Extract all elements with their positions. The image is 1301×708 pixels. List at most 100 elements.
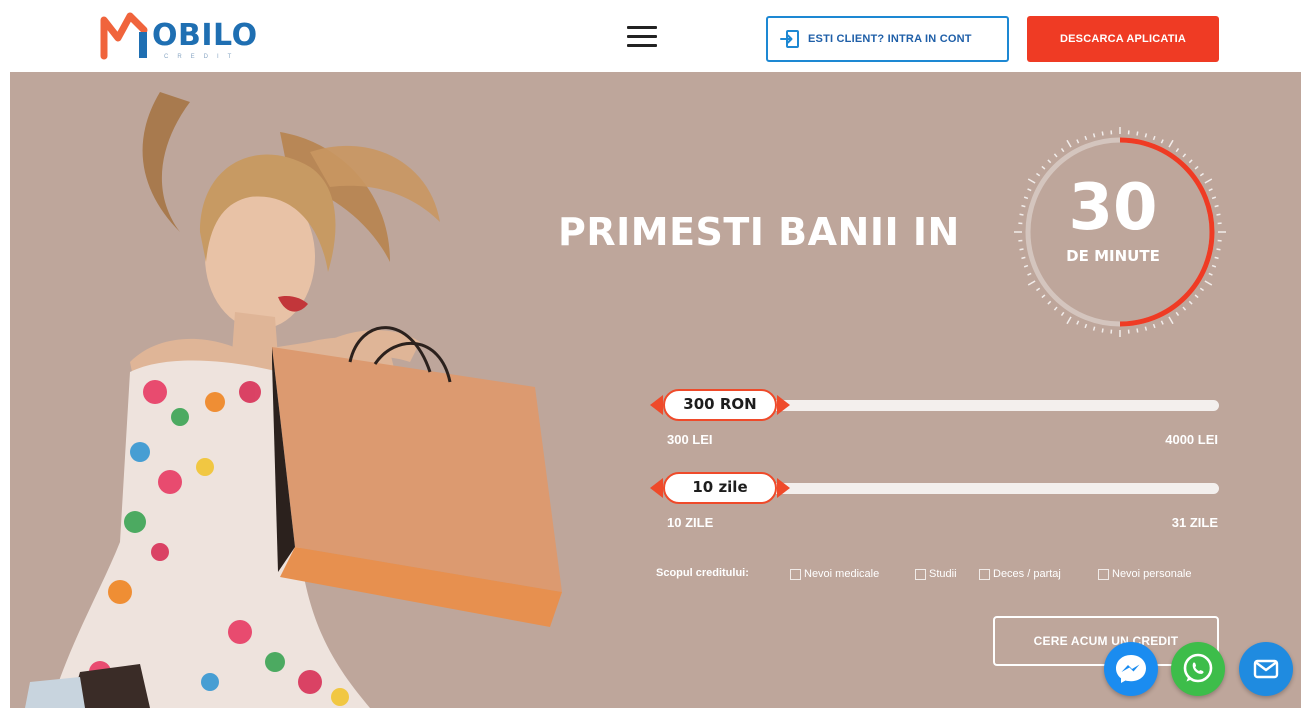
- timer-tick: [1076, 139, 1080, 144]
- days-slider-handle[interactable]: 10 zile: [650, 471, 790, 505]
- purpose-checkbox-death-partition[interactable]: Deces / partaj: [979, 564, 1061, 584]
- timer-tick: [1041, 294, 1046, 299]
- timer-tick: [1084, 323, 1088, 329]
- purpose-checkbox-studies[interactable]: Studii: [915, 564, 957, 584]
- logo-wordmark: OBILO: [152, 18, 258, 53]
- timer-tick: [1041, 165, 1046, 170]
- hamburger-menu-icon[interactable]: [627, 26, 657, 48]
- amount-max-label: 4000 LEI: [1165, 432, 1218, 447]
- timer-tick: [1036, 287, 1041, 292]
- timer-tick: [1021, 204, 1026, 208]
- timer-tick: [1204, 178, 1213, 184]
- timer-tick: [1036, 172, 1041, 177]
- timer-tick: [1053, 306, 1058, 311]
- login-icon: [780, 30, 799, 48]
- hero-section: PRIMESTI BANII IN 30 DE MINUTE 300 RON 3…: [10, 72, 1301, 708]
- amount-min-label: 300 LEI: [667, 432, 713, 447]
- timer-tick: [1175, 148, 1180, 153]
- timer-tick: [1211, 196, 1217, 200]
- chevron-right-icon: [777, 395, 790, 415]
- download-app-button[interactable]: DESCARCA APLICATIA: [1027, 16, 1219, 62]
- chevron-right-icon: [777, 478, 790, 498]
- logo-m-mark: [100, 12, 148, 60]
- timer-tick: [1092, 326, 1096, 331]
- timer-tick: [1182, 306, 1187, 311]
- site-header: OBILO CREDIT ESTI CLIENT? INTRA IN CONT …: [0, 0, 1301, 72]
- timer-tick: [1066, 316, 1072, 325]
- hero-woman-with-shopping-bag-image: [25, 92, 562, 708]
- timer-tick: [1136, 131, 1139, 136]
- chevron-left-icon: [650, 478, 663, 498]
- timer-tick: [1027, 188, 1032, 192]
- timer-tick: [1066, 139, 1072, 148]
- messenger-chat-button[interactable]: [1104, 642, 1158, 696]
- logo-subtext: CREDIT: [164, 54, 241, 60]
- timer-tick: [1076, 320, 1080, 325]
- timer-tick: [1175, 311, 1180, 316]
- timer-tick: [1019, 213, 1024, 216]
- credit-purpose-label: Scopul creditului:: [656, 567, 749, 579]
- timer-tick: [1160, 320, 1164, 325]
- checkbox[interactable]: [979, 568, 990, 580]
- whatsapp-icon: [1183, 653, 1213, 683]
- timer-tick: [1084, 135, 1088, 141]
- timer-tick: [1211, 264, 1217, 268]
- days-value: 10 zile: [692, 478, 748, 496]
- timer-tick: [1047, 159, 1052, 164]
- client-login-label: ESTI CLIENT? INTRA IN CONT: [808, 33, 972, 45]
- timer-tick: [1027, 280, 1036, 286]
- email-contact-button[interactable]: [1239, 642, 1293, 696]
- timer-tick: [1136, 328, 1139, 333]
- purpose-checkbox-personal[interactable]: Nevoi personale: [1098, 564, 1192, 584]
- timer-tick: [1214, 204, 1219, 208]
- timer-tick: [1208, 272, 1213, 276]
- timer-tick: [1027, 272, 1032, 276]
- timer-tick: [1023, 264, 1029, 268]
- timer-label: DE MINUTE: [1066, 247, 1160, 265]
- email-icon: [1253, 659, 1279, 679]
- timer-tick: [1199, 172, 1204, 177]
- client-login-button[interactable]: ESTI CLIENT? INTRA IN CONT: [766, 16, 1009, 62]
- timer-tick: [1208, 188, 1213, 192]
- amount-value: 300 RON: [683, 395, 757, 413]
- amount-slider-handle[interactable]: 300 RON: [650, 388, 790, 422]
- timer-number: 30: [1068, 171, 1158, 245]
- checkbox[interactable]: [1098, 568, 1109, 580]
- page: OBILO CREDIT ESTI CLIENT? INTRA IN CONT …: [0, 0, 1301, 708]
- timer-tick: [1194, 165, 1199, 170]
- timer-tick: [1023, 196, 1029, 200]
- timer-tick: [1053, 153, 1058, 158]
- days-min-label: 10 ZILE: [667, 515, 714, 530]
- timer-tick: [1060, 311, 1065, 316]
- timer-tick: [1152, 323, 1156, 329]
- mobilo-logo[interactable]: OBILO CREDIT: [100, 8, 270, 64]
- whatsapp-chat-button[interactable]: [1171, 642, 1225, 696]
- timer-tick: [1144, 326, 1148, 331]
- timer-tick: [1160, 139, 1164, 144]
- timer-tick: [1214, 256, 1219, 260]
- timer-tick: [1188, 300, 1193, 305]
- timer-tick: [1144, 133, 1148, 138]
- timer-tick: [1168, 139, 1174, 148]
- timer-tick: [1204, 280, 1213, 286]
- timer-tick: [1060, 148, 1065, 153]
- checkbox[interactable]: [915, 568, 926, 580]
- timer-tick: [1199, 287, 1204, 292]
- days-max-label: 31 ZILE: [1171, 515, 1218, 530]
- timer-tick: [1168, 316, 1174, 325]
- timer-tick: [1188, 159, 1193, 164]
- checkbox[interactable]: [790, 568, 801, 580]
- timer-tick: [1194, 294, 1199, 299]
- timer-tick: [1021, 256, 1026, 260]
- timer-tick: [1092, 133, 1096, 138]
- timer-tick: [1027, 178, 1036, 184]
- credit-purpose-group: Scopul creditului: Nevoi medicale Studii…: [656, 564, 1236, 584]
- timer-tick: [1019, 248, 1024, 251]
- purpose-checkbox-medical[interactable]: Nevoi medicale: [790, 564, 879, 584]
- download-app-label: DESCARCA APLICATIA: [1059, 33, 1187, 45]
- timer-tick: [1216, 248, 1221, 251]
- timer-tick: [1216, 213, 1221, 216]
- hero-headline: PRIMESTI BANII IN: [558, 210, 960, 254]
- timer-tick: [1101, 328, 1104, 333]
- chevron-left-icon: [650, 395, 663, 415]
